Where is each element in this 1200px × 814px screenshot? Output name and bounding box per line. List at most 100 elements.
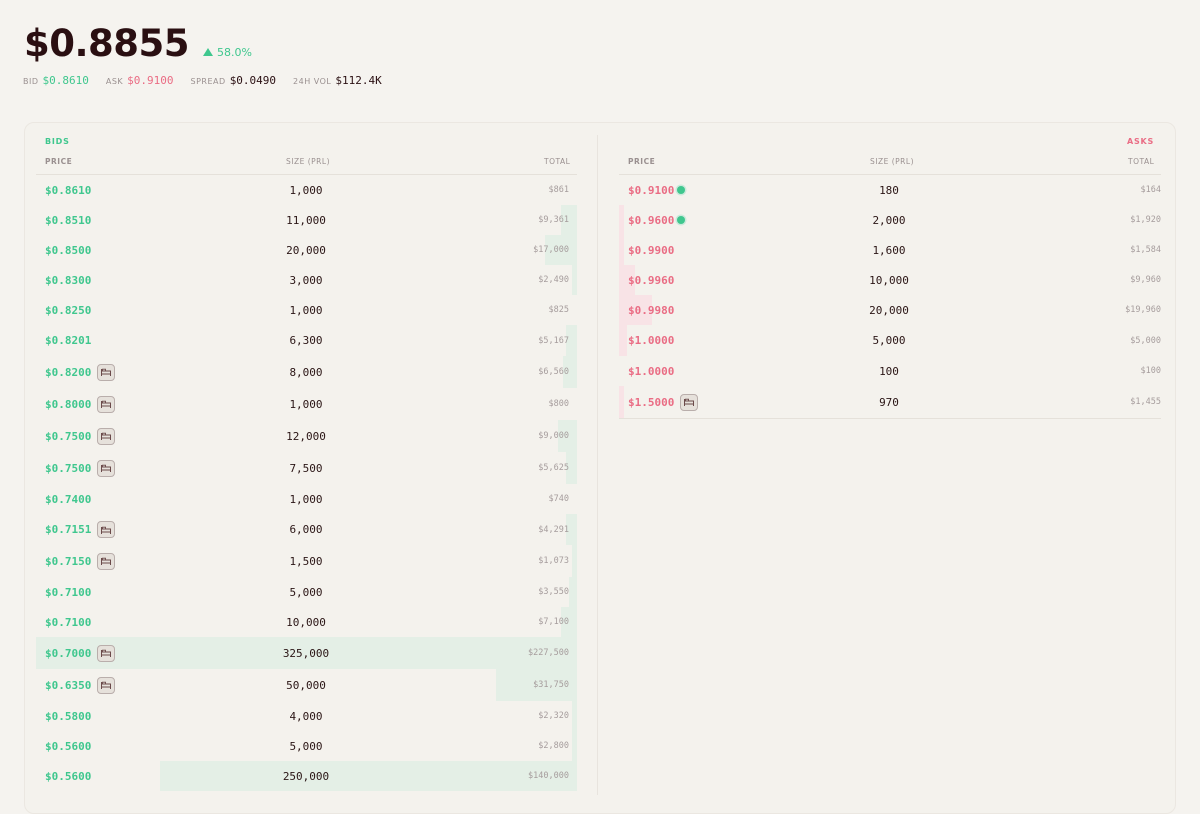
total-cell: $17,000 [533, 245, 569, 255]
total-cell: $2,800 [538, 741, 569, 751]
bid-row[interactable]: $0.7100 5,000 $3,550 [36, 577, 577, 607]
bid-row[interactable]: $0.5800 4,000 $2,320 [36, 701, 577, 731]
bid-row[interactable]: $0.7500 7,500 $5,625 [36, 452, 577, 484]
bid-row[interactable]: $0.8300 3,000 $2,490 [36, 265, 577, 295]
price-cell: $0.7151 [45, 523, 92, 536]
price-cell: $1.0000 [628, 364, 675, 378]
bed-icon[interactable] [97, 521, 116, 538]
ask-row[interactable]: $1.5000 970 $1,455 [619, 386, 1161, 418]
spread-value: $0.0490 [229, 74, 277, 87]
volume-stat: 24H VOL $112.4K [293, 74, 382, 87]
price-cell: $0.5800 [45, 709, 92, 723]
depth-bar [160, 761, 577, 791]
price-cell: $0.5600 [45, 739, 92, 753]
total-cell: $5,625 [538, 463, 569, 473]
bed-icon[interactable] [97, 427, 116, 445]
depth-bar [568, 577, 577, 607]
bid-row[interactable]: $0.7500 12,000 $9,000 [36, 420, 577, 452]
bid-row[interactable]: $0.8201 6,300 $5,167 [36, 325, 577, 356]
bid-row[interactable]: $0.8510 11,000 $9,361 [36, 205, 577, 235]
price-cell: $0.5600 [45, 769, 92, 783]
price-cell: $0.9900 [628, 243, 675, 257]
size-cell: 1,600 [872, 243, 906, 257]
size-cell: 325,000 [282, 646, 330, 660]
price-cell: $0.8201 [45, 334, 92, 347]
depth-bar [571, 701, 577, 731]
price-cell: $0.8510 [45, 213, 92, 227]
price-cell: $0.6350 [45, 678, 92, 692]
bed-icon[interactable] [97, 552, 116, 570]
total-cell: $140,000 [528, 771, 569, 781]
ask-row[interactable]: $1.0000 100 $100 [619, 356, 1161, 386]
price-cell: $0.7500 [45, 461, 92, 475]
bid-row[interactable]: $0.7400 1,000 $740 [36, 484, 577, 514]
total-cell: $5,000 [1130, 335, 1161, 346]
depth-bar [571, 265, 577, 295]
size-cell: 100 [879, 364, 899, 378]
depth-bar [571, 545, 577, 577]
price-cell: $0.8610 [45, 183, 92, 197]
bed-icon[interactable] [97, 363, 116, 381]
ask-row[interactable]: $0.9100 180 $164 [619, 175, 1161, 205]
price-cell: $0.9980 [628, 303, 675, 317]
bid-row[interactable]: $0.8000 1,000 $800 [36, 388, 577, 420]
bid-row[interactable]: $0.7151 6,000 $4,291 [36, 514, 577, 545]
bid-row[interactable]: $0.7100 10,000 $7,100 [36, 607, 577, 637]
price-change-value: 58.0% [217, 45, 252, 59]
price-cell: $0.7400 [45, 492, 92, 506]
price-cell: $0.9100 [628, 183, 675, 197]
ask-row[interactable]: $0.9900 1,600 $1,584 [619, 235, 1161, 265]
volume-label: 24H VOL [293, 77, 332, 86]
ask-row[interactable]: $1.0000 5,000 $5,000 [619, 325, 1161, 356]
bid-row[interactable]: $0.8250 1,000 $825 [36, 295, 577, 325]
spread-label: SPREAD [190, 77, 226, 86]
bid-row[interactable]: $0.8500 20,000 $17,000 [36, 235, 577, 265]
bid-row[interactable]: $0.7150 1,500 $1,073 [36, 545, 577, 577]
size-cell: 50,000 [286, 678, 326, 692]
total-cell: $740 [548, 494, 569, 504]
bid-row[interactable]: $0.5600 5,000 $2,800 [36, 731, 577, 761]
bid-row[interactable]: $0.8200 8,000 $6,560 [36, 356, 577, 388]
price-cell: $0.8200 [45, 365, 92, 379]
bids-total-header: TOTAL [544, 157, 571, 166]
ask-stat: ASK $0.9100 [106, 74, 174, 87]
bid-row[interactable]: $0.7000 325,000 $227,500 [36, 637, 577, 669]
price-cell: $0.8000 [45, 397, 92, 411]
ask-row[interactable]: $0.9600 2,000 $1,920 [619, 205, 1161, 235]
bed-icon[interactable] [97, 459, 116, 477]
bed-icon[interactable] [97, 644, 116, 662]
depth-bar [619, 325, 628, 356]
total-cell: $1,455 [1130, 397, 1161, 407]
size-cell: 180 [879, 183, 899, 197]
ask-row[interactable]: $0.9960 10,000 $9,960 [619, 265, 1161, 295]
volume-value: $112.4K [335, 74, 382, 87]
own-order-dot-icon [677, 186, 686, 194]
size-cell: 10,000 [286, 615, 326, 629]
bid-row[interactable]: $0.6350 50,000 $31,750 [36, 669, 577, 701]
bid-value: $0.8610 [42, 74, 89, 87]
up-arrow-icon [203, 48, 214, 56]
total-cell: $825 [548, 305, 569, 315]
price-header: $0.8855 58.0% [24, 22, 252, 65]
asks-title: ASKS [1127, 137, 1155, 146]
price-cell: $0.8500 [45, 243, 92, 257]
price-cell: $0.7100 [45, 585, 92, 599]
bid-row[interactable]: $0.8610 1,000 $861 [36, 175, 577, 205]
bids-table: $0.8610 1,000 $861 $0.8510 11,000 $9,361 $0.85… [36, 175, 577, 791]
depth-bar [619, 386, 625, 418]
size-cell: 250,000 [282, 769, 330, 783]
ask-row[interactable]: $0.9980 20,000 $19,960 [619, 295, 1161, 325]
total-cell: $9,960 [1130, 275, 1161, 285]
total-cell: $1,584 [1130, 245, 1161, 255]
bed-icon[interactable] [680, 393, 699, 411]
asks-price-header: PRICE [628, 157, 656, 166]
price-cell: $1.0000 [628, 334, 675, 347]
total-cell: $227,500 [528, 648, 569, 658]
bed-icon[interactable] [97, 676, 116, 694]
bid-row[interactable]: $0.5600 250,000 $140,000 [36, 761, 577, 791]
size-cell: 6,300 [289, 334, 323, 347]
bid-label: BID [23, 77, 39, 86]
price-cell: $0.9960 [628, 273, 675, 287]
ask-value: $0.9100 [127, 74, 174, 87]
bed-icon[interactable] [97, 395, 116, 413]
